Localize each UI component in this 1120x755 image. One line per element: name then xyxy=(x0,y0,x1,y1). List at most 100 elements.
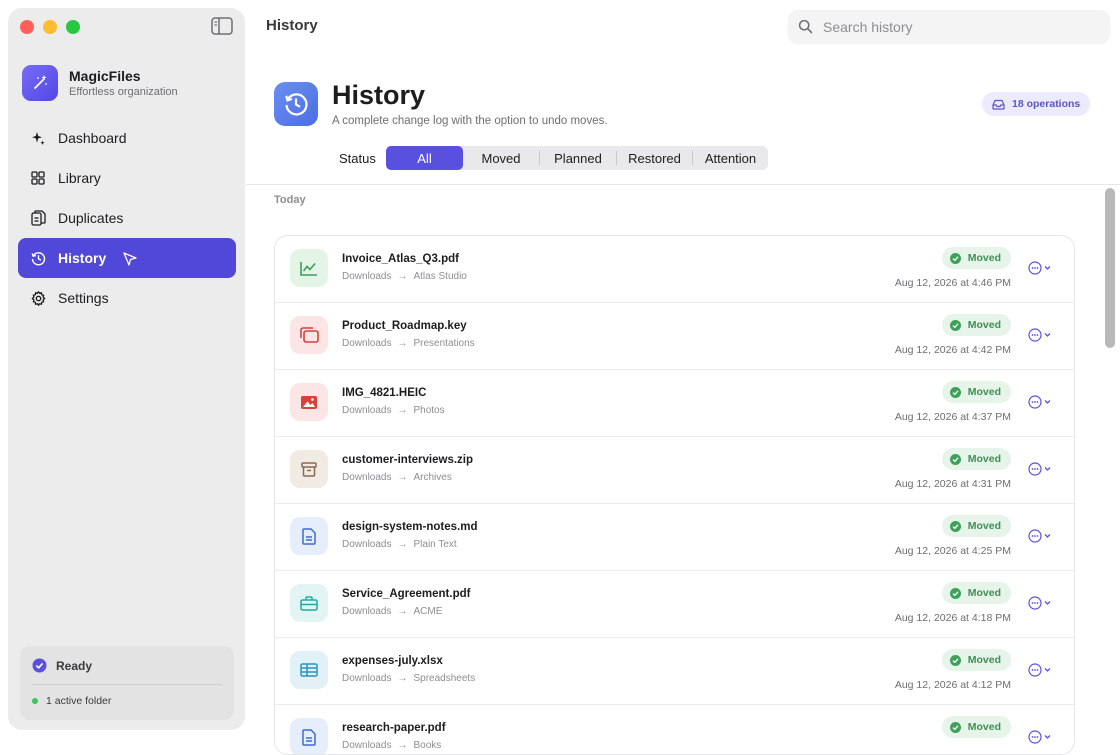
source-folder: Downloads xyxy=(342,539,392,550)
filter-moved[interactable]: Moved xyxy=(463,146,539,170)
file-name: research-paper.pdf xyxy=(342,722,446,734)
timestamp: Aug 12, 2026 at 4:37 PM xyxy=(894,411,1011,423)
timestamp: Aug 12, 2026 at 4:25 PM xyxy=(894,545,1011,557)
arrow-right-icon: → xyxy=(397,405,408,416)
file-path: Downloads → Books xyxy=(342,740,441,751)
row-actions-button[interactable] xyxy=(1028,328,1054,342)
check-icon xyxy=(949,319,961,331)
search-icon xyxy=(798,19,813,34)
file-path: Downloads → ACME xyxy=(342,606,442,617)
zoom-window-button[interactable] xyxy=(66,20,80,34)
file-name: design-system-notes.md xyxy=(342,521,478,533)
search-field[interactable] xyxy=(788,10,1110,43)
filter-all[interactable]: All xyxy=(386,146,463,170)
mouse-pointer-icon xyxy=(123,252,137,266)
file-path: Downloads → Archives xyxy=(342,472,452,483)
status-divider xyxy=(32,684,222,685)
destination-folder: Atlas Studio xyxy=(413,271,467,282)
history-row[interactable]: Product_Roadmap.key Downloads → Presentati… xyxy=(275,303,1074,370)
search-input[interactable] xyxy=(821,17,1085,36)
history-icon xyxy=(274,82,318,126)
sidebar-item-label: History xyxy=(58,250,107,266)
source-folder: Downloads xyxy=(342,606,392,617)
operations-count-badge: 18 operations xyxy=(982,92,1091,116)
brand-name: MagicFiles xyxy=(69,68,141,84)
status-text: Moved xyxy=(967,654,1001,666)
page-title: History xyxy=(332,80,426,110)
check-circle-icon xyxy=(32,658,47,673)
source-folder: Downloads xyxy=(342,271,392,282)
sidebar-item-settings[interactable]: Settings xyxy=(18,278,236,318)
row-actions-button[interactable] xyxy=(1028,261,1054,275)
close-window-button[interactable] xyxy=(20,20,34,34)
arrow-right-icon: → xyxy=(397,271,408,282)
status-text: Moved xyxy=(967,587,1001,599)
sidebar-item-history[interactable]: History xyxy=(18,238,236,278)
status-badge: Moved xyxy=(941,247,1011,269)
duplicate-icon xyxy=(30,210,46,226)
section-heading: Today xyxy=(274,194,306,206)
status-label: Ready xyxy=(56,658,93,673)
file-name: customer-interviews.zip xyxy=(342,454,474,466)
arrow-right-icon: → xyxy=(397,673,408,684)
row-actions-button[interactable] xyxy=(1028,663,1054,677)
destination-folder: ACME xyxy=(413,606,443,617)
sidebar-toggle-icon[interactable] xyxy=(211,17,233,35)
sidebar-item-dashboard[interactable]: Dashboard xyxy=(18,118,236,158)
history-row[interactable]: Invoice_Atlas_Q3.pdf Downloads → Atlas Stu… xyxy=(275,236,1074,303)
check-icon xyxy=(949,587,961,599)
row-actions-button[interactable] xyxy=(1028,529,1054,543)
operations-count: 18 operations xyxy=(1012,98,1081,110)
minimize-window-button[interactable] xyxy=(43,20,57,34)
source-folder: Downloads xyxy=(342,338,392,349)
row-actions-button[interactable] xyxy=(1028,395,1054,409)
row-actions-button[interactable] xyxy=(1028,730,1054,744)
history-row[interactable]: customer-interviews.zip Downloads → Archiv… xyxy=(275,437,1074,504)
sidebar-item-duplicates[interactable]: Duplicates xyxy=(18,198,236,238)
status-badge: Moved xyxy=(941,448,1011,470)
sparkle-icon xyxy=(30,130,46,146)
status-badge: Moved xyxy=(941,314,1011,336)
source-folder: Downloads xyxy=(342,405,392,416)
destination-folder: Spreadsheets xyxy=(413,673,476,684)
status-badge: Moved xyxy=(941,716,1011,738)
source-folder: Downloads xyxy=(342,472,392,483)
brand: MagicFiles Effortless organization xyxy=(22,65,178,101)
status-filter-control: All Moved Planned Restored Attention xyxy=(386,146,768,170)
source-folder: Downloads xyxy=(342,673,392,684)
sidebar-item-library[interactable]: Library xyxy=(18,158,236,198)
history-row[interactable]: design-system-notes.md Downloads → Plain T… xyxy=(275,504,1074,571)
status-badge: Moved xyxy=(941,582,1011,604)
window-title: History xyxy=(266,17,318,34)
history-row[interactable]: Service_Agreement.pdf Downloads → ACME Mov… xyxy=(275,571,1074,638)
magic-wand-icon xyxy=(22,65,58,101)
app-window: MagicFiles Effortless organization Dashb… xyxy=(0,0,1120,755)
timestamp: Aug 12, 2026 at 4:12 PM xyxy=(894,679,1011,691)
row-actions-button[interactable] xyxy=(1028,462,1054,476)
check-icon xyxy=(949,520,961,532)
header-divider xyxy=(246,184,1120,185)
arrow-right-icon: → xyxy=(397,606,408,617)
photo-icon xyxy=(290,383,328,421)
gear-icon xyxy=(30,290,46,306)
row-actions-button[interactable] xyxy=(1028,596,1054,610)
sidebar-item-label: Settings xyxy=(58,290,109,306)
source-folder: Downloads xyxy=(342,740,392,751)
destination-folder: Books xyxy=(413,740,442,751)
timestamp: Aug 12, 2026 at 4:46 PM xyxy=(894,277,1011,289)
brand-subtitle: Effortless organization xyxy=(69,86,178,98)
history-list: Invoice_Atlas_Q3.pdf Downloads → Atlas Stu… xyxy=(274,235,1075,755)
history-row[interactable]: expenses-july.xlsx Downloads → Spreadsheet… xyxy=(275,638,1074,705)
filter-attention[interactable]: Attention xyxy=(693,146,768,170)
filter-planned[interactable]: Planned xyxy=(540,146,616,170)
file-name: Invoice_Atlas_Q3.pdf xyxy=(342,253,459,265)
timestamp: Aug 12, 2026 at 4:18 PM xyxy=(894,612,1011,624)
history-row[interactable]: research-paper.pdf Downloads → Books Moved xyxy=(275,705,1074,754)
arrow-right-icon: → xyxy=(397,472,408,483)
file-path: Downloads → Atlas Studio xyxy=(342,271,467,282)
arrow-right-icon: → xyxy=(397,539,408,550)
scrollbar-thumb[interactable] xyxy=(1105,188,1115,348)
filter-restored[interactable]: Restored xyxy=(617,146,692,170)
status-badge: Moved xyxy=(941,515,1011,537)
history-row[interactable]: IMG_4821.HEIC Downloads → Photos Moved Aug… xyxy=(275,370,1074,437)
